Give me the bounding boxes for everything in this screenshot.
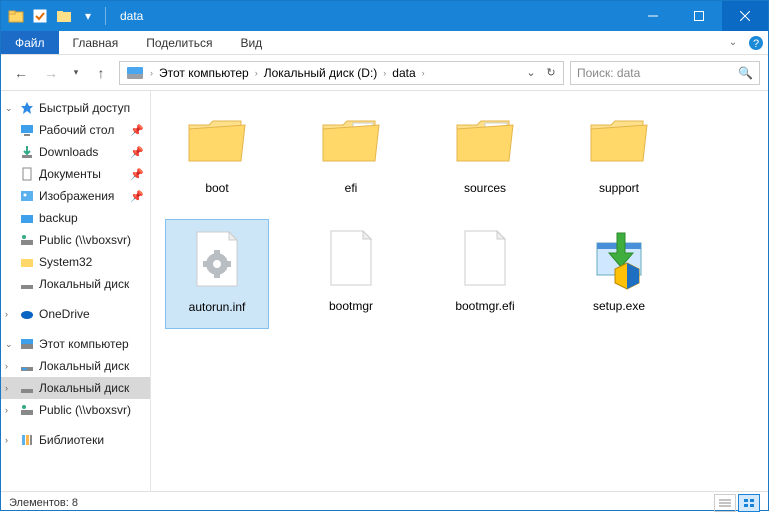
forward-button[interactable]: → [39,61,63,85]
network-drive-icon [19,402,35,418]
network-drive-icon [19,232,35,248]
folder-icon [181,105,253,177]
folder-icon [315,105,387,177]
details-view-button[interactable] [714,494,736,512]
chevron-right-icon[interactable]: › [253,68,260,78]
sidebar-item-downloads[interactable]: Downloads📌 [1,141,150,163]
sidebar-item-system32[interactable]: System32 [1,251,150,273]
breadcrumb-data[interactable]: data [388,66,419,80]
qat-dropdown-icon[interactable]: ▾ [77,5,99,27]
breadcrumb-local-disk[interactable]: Локальный диск (D:) [260,66,382,80]
chevron-right-icon[interactable]: › [381,68,388,78]
close-button[interactable] [722,1,768,31]
folder-blue-icon [19,210,35,226]
navigation-pane: ⌄ Быстрый доступ Рабочий стол📌 Downloads… [1,91,151,491]
download-icon [19,144,35,160]
drive-icon [19,276,35,292]
up-button[interactable]: ↑ [89,61,113,85]
file-autorun-inf[interactable]: autorun.inf [165,219,269,329]
pin-icon: 📌 [130,190,150,203]
file-bootmgr[interactable]: bootmgr [299,219,403,329]
history-dropdown[interactable]: ▾ [69,61,83,85]
back-button[interactable]: ← [9,61,33,85]
file-setup-exe[interactable]: setup.exe [567,219,671,329]
search-placeholder: Поиск: data [577,66,640,80]
installer-icon [583,223,655,295]
help-button[interactable]: ? [744,31,768,54]
tab-share[interactable]: Поделиться [132,31,226,54]
document-icon [19,166,35,182]
folder-sources[interactable]: sources [433,101,537,211]
navigation-bar: ← → ▾ ↑ › Этот компьютер › Локальный дис… [1,55,768,91]
maximize-button[interactable] [676,1,722,31]
sidebar-drive-d[interactable]: ›Локальный диск [1,377,150,399]
address-bar[interactable]: › Этот компьютер › Локальный диск (D:) ›… [119,61,564,85]
drive-icon [19,380,35,396]
sidebar-drive-public[interactable]: ›Public (\\vboxsvr) [1,399,150,421]
pin-icon: 📌 [130,124,150,137]
tab-home[interactable]: Главная [59,31,133,54]
pin-icon: 📌 [130,146,150,159]
sidebar-item-desktop[interactable]: Рабочий стол📌 [1,119,150,141]
sidebar-drive-c[interactable]: ›Локальный диск [1,355,150,377]
large-icons-view-button[interactable] [738,494,760,512]
blank-file-icon [315,223,387,295]
properties-icon[interactable] [29,5,51,27]
pin-icon: 📌 [130,168,150,181]
chevron-right-icon[interactable]: › [420,68,427,78]
folder-boot[interactable]: boot [165,101,269,211]
folder-icon [19,254,35,270]
search-input[interactable]: Поиск: data 🔍 [570,61,760,85]
drive-icon [122,64,148,82]
file-bootmgr-efi[interactable]: bootmgr.efi [433,219,537,329]
folder-icon [449,105,521,177]
pictures-icon [19,188,35,204]
folder-icon [5,5,27,27]
titlebar: ▾ data [1,1,768,31]
address-dropdown[interactable]: ⌄ [521,62,541,84]
tab-view[interactable]: Вид [226,31,276,54]
sidebar-item-pictures[interactable]: Изображения📌 [1,185,150,207]
folder-icon [583,105,655,177]
status-bar: Элементов: 8 [1,491,768,513]
sidebar-onedrive[interactable]: ›OneDrive [1,303,150,325]
sidebar-item-documents[interactable]: Документы📌 [1,163,150,185]
sidebar-item-local-disk[interactable]: Локальный диск [1,273,150,295]
drive-icon [19,358,35,374]
separator [105,7,106,25]
file-list[interactable]: boot efi sources support [151,91,768,491]
minimize-button[interactable] [630,1,676,31]
libraries-icon [19,432,35,448]
star-icon [19,100,35,116]
breadcrumb-this-pc[interactable]: Этот компьютер [155,66,253,80]
refresh-button[interactable]: ↻ [541,62,561,84]
folder-support[interactable]: support [567,101,671,211]
sidebar-this-pc[interactable]: ⌄Этот компьютер [1,333,150,355]
file-tab[interactable]: Файл [1,31,59,54]
chevron-right-icon[interactable]: › [148,68,155,78]
folder-efi[interactable]: efi [299,101,403,211]
ribbon-expand-button[interactable]: ⌄ [722,31,744,54]
item-count: Элементов: 8 [9,497,78,509]
folder-yellow-icon[interactable] [53,5,75,27]
window-title: data [114,9,630,23]
inf-file-icon [181,224,253,296]
desktop-icon [19,122,35,138]
onedrive-icon [19,306,35,322]
search-icon: 🔍 [738,66,753,80]
ribbon-tabs: Файл Главная Поделиться Вид ⌄ ? [1,31,768,55]
blank-file-icon [449,223,521,295]
this-pc-icon [19,336,35,352]
svg-text:?: ? [753,38,759,50]
sidebar-libraries[interactable]: ›Библиотеки [1,429,150,451]
sidebar-item-public[interactable]: Public (\\vboxsvr) [1,229,150,251]
sidebar-item-backup[interactable]: backup [1,207,150,229]
quick-access[interactable]: ⌄ Быстрый доступ [1,97,150,119]
